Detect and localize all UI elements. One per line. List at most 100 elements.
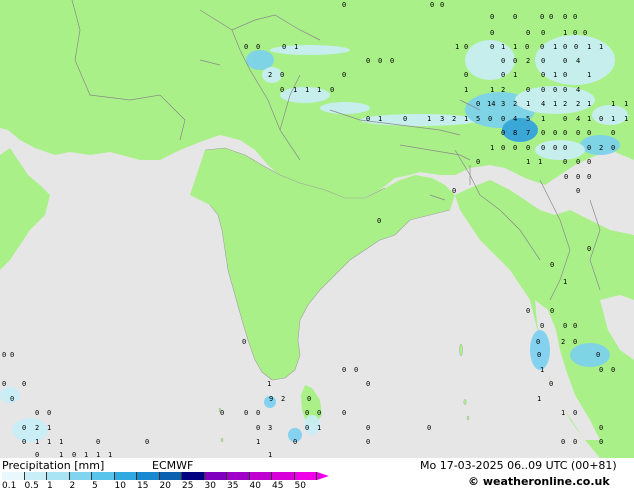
precip-value: 0 <box>366 380 371 388</box>
precip-value: 0 <box>293 438 298 446</box>
precip-value: 0 <box>563 144 568 152</box>
precip-value: 0 <box>573 409 578 417</box>
precip-value: 1 <box>599 43 604 51</box>
land-arabia <box>0 148 50 270</box>
precip-value: 0 <box>378 57 383 65</box>
precip-value: 2 <box>35 424 40 432</box>
legend-swatch <box>47 472 70 480</box>
precip-value: 0 <box>464 43 469 51</box>
precip-value: 0 <box>47 409 52 417</box>
precip-value: 0 <box>526 307 531 315</box>
precip-value: 0 <box>366 424 371 432</box>
precip-value: 0 <box>145 438 150 446</box>
precip-value: 1 <box>59 438 64 446</box>
precip-value: 0 <box>537 351 542 359</box>
precip-value: 0 <box>563 13 568 21</box>
precip-value: 0 <box>2 380 7 388</box>
precip-value: 0 <box>10 351 15 359</box>
precip-value: 0 <box>430 1 435 9</box>
precip-value: 4 <box>576 115 581 123</box>
legend-bar: Precipitation [mm] ECMWF Mo 17-03-2025 0… <box>0 458 634 491</box>
precip-value: 0 <box>22 380 27 388</box>
copyright: © weatheronline.co.uk <box>468 475 610 488</box>
legend-swatch <box>272 472 295 480</box>
precip-value: 1 <box>35 438 40 446</box>
precip-value: 0 <box>22 438 27 446</box>
precip-value: 0 <box>35 409 40 417</box>
precip-value: 0 <box>541 29 546 37</box>
precip-value: 0 <box>488 115 493 123</box>
precip-value: 1 <box>490 144 495 152</box>
precip-value: 0 <box>10 395 15 403</box>
precip-value: 2 <box>563 100 568 108</box>
precip-value: 0 <box>599 438 604 446</box>
precip-value: 1 <box>293 86 298 94</box>
precip-value: 1 <box>611 115 616 123</box>
precip-value: 0 <box>256 43 261 51</box>
map-view: 0000000000001000001100110010011000002004… <box>0 0 634 491</box>
precip-value: 1 <box>501 43 506 51</box>
precip-value: 0 <box>563 86 568 94</box>
precip-value: 0 <box>541 129 546 137</box>
precip-value: 0 <box>366 57 371 65</box>
precip-value: 0 <box>526 86 531 94</box>
precip-value: 0 <box>564 173 569 181</box>
precip-value: 0 <box>317 409 322 417</box>
legend-swatch <box>137 472 160 480</box>
precip-value: 8 <box>513 129 518 137</box>
legend-swatch <box>2 472 25 480</box>
precip-value: 1 <box>611 100 616 108</box>
legend-swatch <box>92 472 115 480</box>
precip-value: 1 <box>317 424 322 432</box>
precip-value: 1 <box>563 278 568 286</box>
precip-value: 0 <box>563 57 568 65</box>
precip-value: 0 <box>563 115 568 123</box>
precip-value: 0 <box>576 129 581 137</box>
precip-value: 0 <box>550 261 555 269</box>
precip-value: 4 <box>541 100 546 108</box>
precip-value: 0 <box>354 366 359 374</box>
precip-value: 0 <box>549 380 554 388</box>
precip-value: 0 <box>342 71 347 79</box>
precip-value: 2 <box>501 86 506 94</box>
precip-value: 1 <box>513 43 518 51</box>
precip-value: 0 <box>307 395 312 403</box>
precip-value: 1 <box>587 71 592 79</box>
precip-value: 1 <box>587 43 592 51</box>
precip-value: 0 <box>244 409 249 417</box>
legend-swatch <box>227 472 250 480</box>
precip-value: 0 <box>573 322 578 330</box>
precip-value: 1 <box>541 115 546 123</box>
precip-value: 0 <box>220 409 225 417</box>
precip-value: 0 <box>573 13 578 21</box>
precip-value: 1 <box>624 115 629 123</box>
precip-value: 0 <box>501 129 506 137</box>
legend-title: Precipitation [mm] <box>2 459 105 472</box>
precip-value: 0 <box>280 71 285 79</box>
precip-value: 0 <box>541 71 546 79</box>
precip-value: 1 <box>378 115 383 123</box>
precip-value: 1 <box>553 71 558 79</box>
legend-swatch <box>249 472 272 480</box>
precip-value: 0 <box>573 438 578 446</box>
precip-value: 2 <box>281 395 286 403</box>
precip-value: 2 <box>268 71 273 79</box>
precip-value: 1 <box>561 409 566 417</box>
precip-value: 0 <box>536 338 541 346</box>
precip-value: 0 <box>513 13 518 21</box>
precip-value: 0 <box>611 144 616 152</box>
precip-value: 0 <box>501 57 506 65</box>
precip-value: 0 <box>464 71 469 79</box>
precip-value: 0 <box>403 115 408 123</box>
precip-value: 3 <box>501 100 506 108</box>
map-basemap <box>0 0 634 458</box>
precip-value: 1 <box>305 86 310 94</box>
precip-value: 0 <box>587 245 592 253</box>
precip-value: 0 <box>573 29 578 37</box>
precip-value: 1 <box>47 424 52 432</box>
precip-value: 0 <box>599 366 604 374</box>
precip-value: 2 <box>526 57 531 65</box>
precip-value: 0 <box>501 71 506 79</box>
precip-value: 0 <box>574 43 579 51</box>
precip-value: 2 <box>561 338 566 346</box>
